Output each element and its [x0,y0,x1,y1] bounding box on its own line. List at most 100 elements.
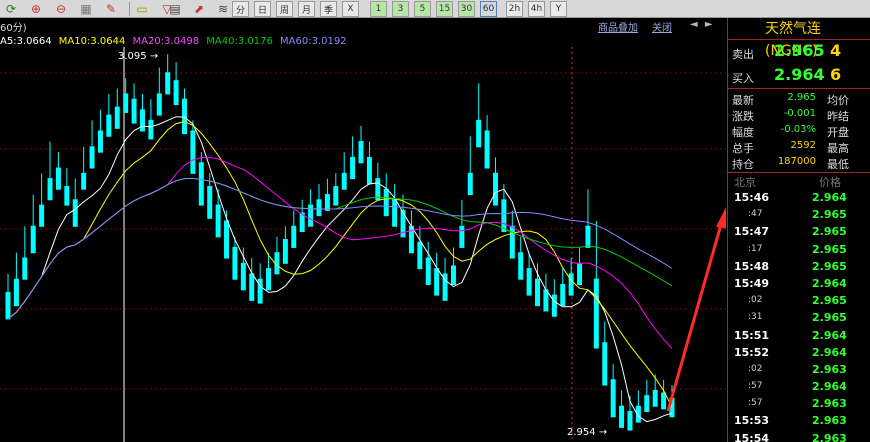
candle-body [375,178,381,201]
product-overlay-link[interactable]: 商品叠加 [598,19,638,34]
period-button-1[interactable]: 1 [370,1,387,17]
chart-canvas[interactable]: 3.095 → 2.954 → [0,33,726,442]
tick-row: :57 2.964 [728,378,870,395]
period-button-X[interactable]: X [342,1,359,17]
period-button-4h[interactable]: 4h [528,1,545,17]
tick-row: 15:52 2.964 [728,344,870,361]
tick-time: :17 [748,243,763,254]
candle-body [207,186,213,219]
tick-price: 2.964 [812,380,847,394]
candle-body [106,114,112,137]
tick-price: 2.965 [812,208,847,222]
period-button-分[interactable]: 分 [232,1,249,17]
candle-body [291,225,297,248]
tick-row: :31 2.965 [728,309,870,326]
tick-time: :31 [748,312,763,323]
bid-row: 买入 2.964 6 [728,64,870,88]
candle-body [484,130,490,169]
stat-value: -0.03% [780,124,816,135]
period-button-周[interactable]: 周 [276,1,293,17]
candle-body [358,141,364,164]
zoom-out-icon[interactable]: ⊖ [52,1,70,17]
tick-row: :02 2.963 [728,361,870,378]
tick-time: 15:46 [734,191,770,204]
candle-body [165,72,171,95]
symbol-title: 天然气连(NGNC) [728,18,870,59]
folder-icon[interactable]: ▭ [133,1,151,17]
refresh-icon[interactable]: ⟳ [2,1,20,17]
candle-body [72,199,78,227]
close-link[interactable]: 关闭 [652,19,672,34]
ticks-price-header: 价格 [819,176,841,189]
stat-label-secondary: 最低 [827,158,849,171]
tick-time: 15:53 [734,414,770,428]
candle-body [644,395,650,413]
ma-legend: A5:3.0664 MA10:3.0644 MA20:3.0498 MA40:3… [0,36,351,47]
candle-body [350,156,356,180]
quote-panel: 天然气连(NGNC) 卖出 2.965 4 买入 2.964 6 最新 2.965… [727,18,870,442]
pencil-icon[interactable]: ✎ [102,1,120,17]
ticks-list[interactable]: 15:46 2.964 :47 2.965 15:47 2.965 :17 2.965 15:4… [728,189,870,442]
grid-icon[interactable]: ▦ [77,1,95,17]
candle-body [240,262,246,291]
tick-row: 15:49 2.964 [728,275,870,292]
candle-body [55,167,61,190]
tick-row: 15:46 2.964 [728,189,870,206]
tick-price: 2.963 [812,397,847,411]
chart-type-icon[interactable]: ▤ [166,1,184,17]
stat-value: 2592 [790,140,816,151]
tick-time: 15:48 [734,259,770,273]
chart-header: 60分) 商品叠加 关闭 ◄ ► [0,18,726,34]
period-button-15[interactable]: 15 [436,1,453,17]
candle-body [467,172,473,196]
tick-icon[interactable]: ≋ [214,1,232,17]
bid-volume: 6 [830,65,842,84]
candle-body [585,225,591,248]
low-price-label: 2.954 → [567,427,607,438]
ask-label: 卖出 [732,48,754,61]
zoom-in-icon[interactable]: ⊕ [27,1,45,17]
indicator-icon[interactable]: ⬈ [190,1,208,17]
period-button-5[interactable]: 5 [414,1,431,17]
ma20-value: MA20:3.0498 [132,36,200,47]
period-button-季[interactable]: 季 [320,1,337,17]
tick-row: 15:47 2.965 [728,223,870,240]
stat-label: 持仓 [732,158,754,171]
period-button-60[interactable]: 60 [480,1,497,17]
candle-body [39,204,45,227]
candle-body [459,225,465,248]
candle-body [535,278,541,307]
period-button-Y[interactable]: Y [550,1,567,17]
scroll-arrows[interactable]: ◄ ► [690,19,715,30]
period-button-3[interactable]: 3 [392,1,409,17]
tick-price: 2.963 [812,362,847,376]
stat-value: -0.001 [783,108,816,119]
candle-body [249,273,255,301]
candle-body [5,291,11,320]
period-button-30[interactable]: 30 [458,1,475,17]
candle-body [610,379,616,418]
period-button-月[interactable]: 月 [298,1,315,17]
period-button-2h[interactable]: 2h [506,1,523,17]
candle-body [434,268,440,296]
tick-price: 2.965 [812,225,847,239]
candle-body [366,156,372,185]
tick-time: :47 [748,209,763,220]
candle-body [501,199,507,233]
candle-body [560,283,566,307]
period-label: 60分) [0,23,27,34]
candle-body [425,257,431,285]
candle-body [257,278,263,304]
annotation-arrow [666,220,724,412]
candle-body [266,268,272,291]
tick-price: 2.964 [812,345,847,359]
candlestick-chart[interactable]: 3.095 → 2.954 → [0,33,726,442]
tick-price: 2.964 [812,276,847,290]
period-button-日[interactable]: 日 [254,1,271,17]
candle-body [619,405,625,428]
candle-body [316,199,322,217]
tick-price: 2.964 [812,191,847,204]
candle-body [551,294,557,317]
ma60-value: MA60:3.0192 [280,36,347,47]
candle-body [13,278,19,307]
